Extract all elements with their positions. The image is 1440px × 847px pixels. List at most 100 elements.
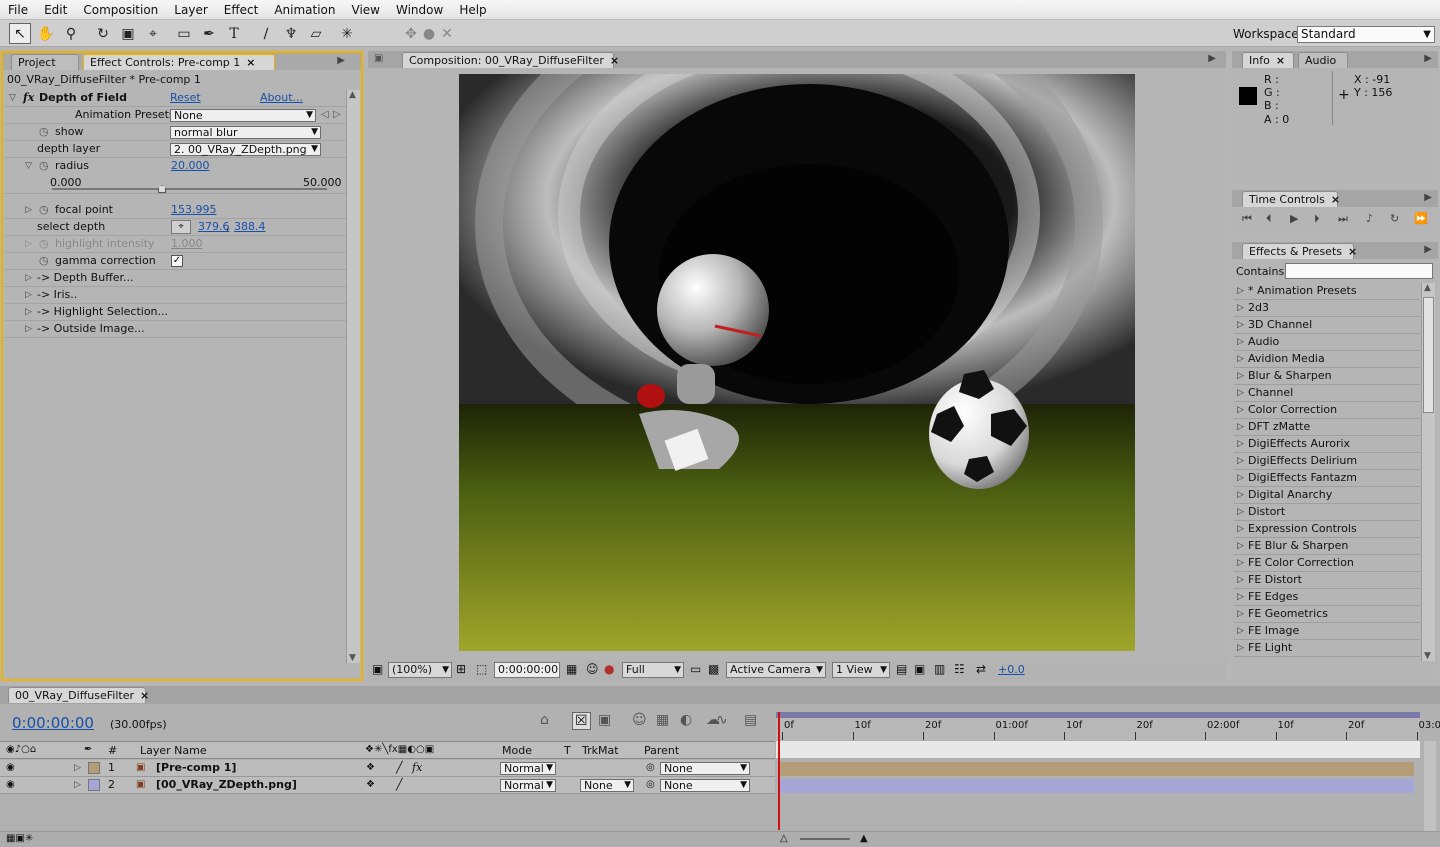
effect-category-item[interactable]: ▷ DFT zMatte	[1234, 419, 1420, 436]
group-highlight-selection-row[interactable]: ▷ -> Highlight Selection...	[5, 304, 346, 321]
expand-triangle-icon[interactable]: ▷	[25, 287, 32, 303]
expand-triangle-icon[interactable]: ▷	[1237, 640, 1244, 656]
loop-icon[interactable]: ↻	[1390, 212, 1399, 225]
layer-name[interactable]: [Pre-comp 1]	[156, 760, 236, 776]
puppet-pin-tool-icon[interactable]: ✳	[336, 23, 358, 44]
eye-icon[interactable]: ◉	[6, 760, 15, 776]
layer-duration-bar[interactable]	[780, 779, 1414, 793]
expand-triangle-icon[interactable]: ▷	[1237, 589, 1244, 605]
menu-composition[interactable]: Composition	[75, 3, 166, 17]
expand-triangle-icon[interactable]: ▷	[1237, 487, 1244, 503]
zoom-select[interactable]: (100%) ▼	[388, 662, 452, 678]
expand-triangle-icon[interactable]: ▷	[1237, 351, 1244, 367]
expand-triangle-icon[interactable]: ▷	[1237, 436, 1244, 452]
effect-category-item[interactable]: ▷ FE Light	[1234, 640, 1420, 657]
expand-triangle-icon[interactable]: ▷	[1237, 504, 1244, 520]
effect-header-row[interactable]: ▽ fx Depth of Field Reset About...	[5, 90, 346, 107]
expand-triangle-icon[interactable]: ▷	[1237, 453, 1244, 469]
draft-3d-icon[interactable]: ▣	[598, 712, 611, 728]
expand-triangle-icon[interactable]: ▽	[9, 90, 16, 106]
expand-triangle-icon[interactable]: ▷	[1237, 368, 1244, 384]
exposure-value[interactable]: +0.0	[998, 663, 1025, 676]
expand-triangle-icon[interactable]: ▷	[1237, 334, 1244, 350]
menu-view[interactable]: View	[344, 3, 388, 17]
close-icon[interactable]: ×	[1348, 245, 1357, 258]
composition-viewer[interactable]	[459, 74, 1135, 651]
frame-blending-icon[interactable]: ▦	[656, 712, 669, 728]
next-preset-icon[interactable]: ▷	[333, 107, 341, 123]
rectangle-tool-icon[interactable]: ▭	[173, 23, 195, 44]
hand-tool-icon[interactable]: ✋	[35, 23, 57, 44]
scroll-thumb[interactable]	[1423, 297, 1434, 413]
expand-triangle-icon[interactable]: ▷	[74, 760, 81, 776]
view-axis-icon[interactable]: ✕	[436, 23, 458, 44]
effect-category-item[interactable]: ▷ Distort	[1234, 504, 1420, 521]
auto-keyframe-icon[interactable]: ▤	[744, 712, 757, 728]
panel-menu-icon[interactable]: ▶	[1424, 53, 1432, 64]
menu-layer[interactable]: Layer	[166, 3, 215, 17]
tab-info[interactable]: Info ×	[1242, 52, 1294, 68]
reset-link[interactable]: Reset	[170, 90, 201, 106]
trkmat-select[interactable]: None ▼	[580, 779, 634, 792]
clone-stamp-tool-icon[interactable]: ♆	[280, 23, 302, 44]
zoom-tool-icon[interactable]: ⚲	[60, 23, 82, 44]
graph-editor-icon[interactable]: ∿	[716, 712, 728, 728]
expand-triangle-icon[interactable]: ▷	[1237, 419, 1244, 435]
fast-previews-icon[interactable]: ▣	[914, 662, 925, 676]
effect-category-item[interactable]: ▷ Expression Controls	[1234, 521, 1420, 538]
layer-name[interactable]: [00_VRay_ZDepth.png]	[156, 777, 297, 793]
stopwatch-icon[interactable]: ◷	[39, 124, 49, 140]
grid-icon[interactable]: ⊞	[456, 662, 466, 676]
reset-exposure-icon[interactable]: ⇄	[976, 662, 986, 676]
effect-category-item[interactable]: ▷ DigiEffects Aurorix	[1234, 436, 1420, 453]
workspace-select[interactable]: Standard ▼	[1297, 26, 1435, 43]
crosshair-point-icon[interactable]: ⌖	[171, 220, 191, 234]
text-tool-icon[interactable]: T	[223, 23, 245, 44]
eraser-tool-icon[interactable]: ▱	[305, 23, 327, 44]
layer-label-color[interactable]	[88, 779, 100, 791]
tab-project[interactable]: Project	[11, 54, 79, 70]
selection-tool-icon[interactable]: ↖	[9, 23, 31, 44]
panel-menu-icon[interactable]: ▶	[1424, 192, 1432, 203]
select-depth-y[interactable]: 388.4	[234, 219, 266, 235]
radius-slider-thumb[interactable]	[158, 185, 166, 193]
quality-icon[interactable]: ╱	[396, 777, 403, 793]
toggle-pixel-aspect-icon[interactable]: ▤	[896, 662, 907, 676]
comp-time-nav[interactable]	[776, 741, 1420, 758]
expand-triangle-icon[interactable]: ▷	[1237, 623, 1244, 639]
depth-layer-select[interactable]: 2. 00_VRay_ZDepth.png ▼	[170, 143, 321, 156]
expand-triangle-icon[interactable]: ▷	[1237, 317, 1244, 333]
pickwhip-icon[interactable]: ◎	[646, 777, 655, 793]
timeline-current-time[interactable]: 0:00:00:00	[12, 714, 94, 732]
panel-menu-icon[interactable]: ▶	[1424, 244, 1432, 255]
expand-triangle-icon[interactable]: ▷	[1237, 402, 1244, 418]
stopwatch-icon[interactable]: ◷	[39, 253, 49, 269]
close-icon[interactable]: ×	[246, 56, 255, 69]
always-preview-icon[interactable]: ▣	[372, 662, 383, 676]
tab-effect-controls[interactable]: Effect Controls: Pre-comp 1 ×	[83, 54, 275, 70]
quality-icon[interactable]: ╱	[396, 760, 403, 776]
next-frame-icon[interactable]: ⏵	[1314, 212, 1320, 226]
expand-triangle-icon[interactable]: ▽	[25, 158, 32, 174]
select-depth-x[interactable]: 379.6	[198, 219, 230, 235]
group-outside-image-row[interactable]: ▷ -> Outside Image...	[5, 321, 346, 338]
expand-triangle-icon[interactable]: ▷	[1237, 538, 1244, 554]
snapshot-icon[interactable]: ▦	[566, 662, 577, 676]
tab-effects-presets[interactable]: Effects & Presets ×	[1242, 243, 1357, 259]
eye-icon[interactable]: ◉	[6, 777, 15, 793]
effect-category-item[interactable]: ▷ FE Color Correction	[1234, 555, 1420, 572]
mute-audio-icon[interactable]: ♪	[1366, 212, 1373, 225]
show-select[interactable]: normal blur ▼	[170, 126, 321, 139]
label-icon[interactable]: ✒	[84, 744, 92, 755]
scroll-down-icon[interactable]: ▼	[1424, 651, 1431, 661]
current-time-indicator[interactable]	[778, 712, 780, 830]
prev-preset-icon[interactable]: ◁	[321, 107, 329, 123]
shy-icon[interactable]: ❖	[366, 777, 375, 793]
panel-menu-icon[interactable]: ▶	[337, 55, 345, 66]
lock-icon[interactable]: ▣	[374, 53, 383, 64]
safe-zones-icon[interactable]: ⬚	[476, 662, 487, 676]
mode-select[interactable]: Normal ▼	[500, 779, 556, 792]
scroll-up-icon[interactable]: ▲	[349, 90, 356, 100]
close-icon[interactable]: ×	[1276, 54, 1285, 67]
expand-triangle-icon[interactable]: ▷	[1237, 572, 1244, 588]
